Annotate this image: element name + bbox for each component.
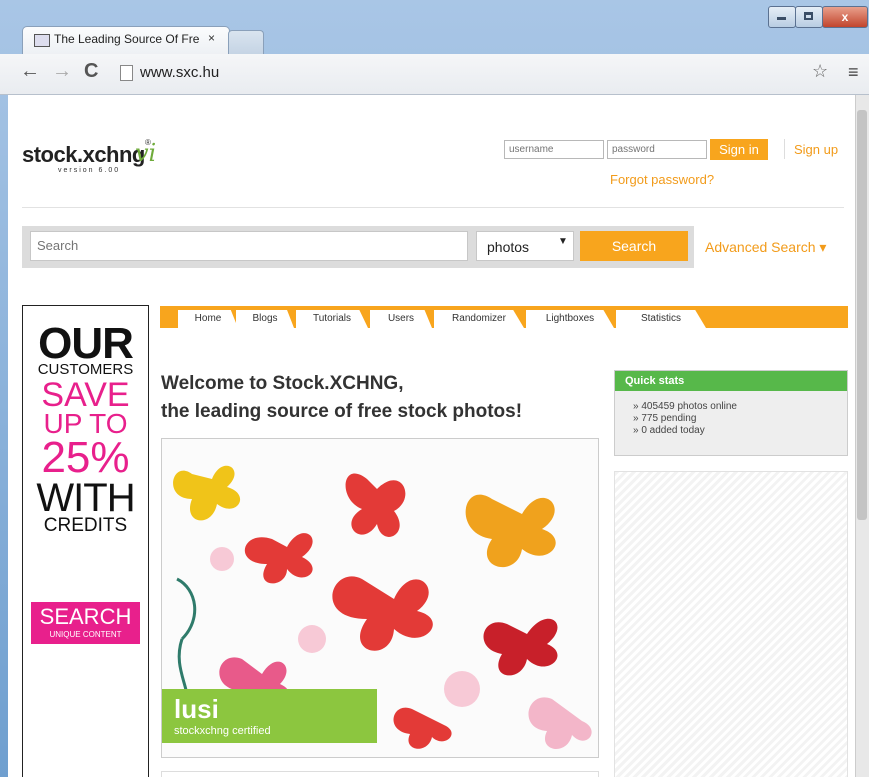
tab-close-icon[interactable]: × <box>208 31 215 45</box>
reload-icon[interactable]: C <box>84 60 98 83</box>
stat-pending: » 775 pending <box>633 413 697 424</box>
forward-icon[interactable]: → <box>52 60 72 83</box>
badge-author: lusi <box>174 694 219 724</box>
ad-line-percent: 25% <box>41 433 130 482</box>
site-logo[interactable]: stock.xchng <box>22 142 145 168</box>
maximize-icon <box>804 12 813 20</box>
ad-banner[interactable]: OUR CUSTOMERS SAVE UP TO 25% WITH CREDIT… <box>22 305 149 777</box>
sign-in-button[interactable]: Sign in <box>710 139 768 160</box>
content-box <box>161 771 599 777</box>
minimize-button[interactable] <box>768 6 796 28</box>
ad-line-customers: CUSTOMERS <box>37 361 134 378</box>
password-input[interactable] <box>607 140 707 159</box>
url-text[interactable]: www.sxc.hu <box>140 64 219 81</box>
nav-tab-lightboxes[interactable]: Lightboxes <box>526 310 614 328</box>
sign-up-link[interactable]: Sign up <box>794 142 838 157</box>
page-viewport: stock.xchng ® vi version 6.00 Sign in Si… <box>8 95 855 777</box>
welcome-heading-line1: Welcome to Stock.XCHNG, <box>161 373 404 394</box>
header-separator <box>22 207 844 208</box>
version-label: version 6.00 <box>58 167 121 174</box>
nav-tab-statistics[interactable]: Statistics <box>616 310 706 328</box>
site-logo-vi: vi <box>135 139 157 167</box>
ad-line-with: WITH <box>36 476 135 520</box>
main-nav: Home Blogs Tutorials Users Randomizer Li… <box>160 306 848 328</box>
ad-line-save: SAVE <box>41 376 130 414</box>
username-input[interactable] <box>504 140 604 159</box>
maximize-button[interactable] <box>795 6 823 28</box>
ad-cta-sub: UNIQUE CONTENT <box>49 630 122 639</box>
advanced-search-link[interactable]: Advanced Search ▾ <box>705 239 826 256</box>
dropdown-arrow-icon: ▼ <box>558 236 568 247</box>
ad-line-credits: CREDITS <box>43 515 128 536</box>
address-bar[interactable] <box>114 60 834 86</box>
search-button[interactable]: Search <box>580 231 688 261</box>
ad-placeholder <box>614 471 848 777</box>
ad-line-our: OUR <box>38 319 134 368</box>
quick-stats-panel: Quick stats » 405459 photos online » 775… <box>614 370 848 456</box>
badge-certified-label: stockxchng certified <box>174 725 271 737</box>
scrollbar-thumb[interactable] <box>857 110 867 520</box>
page-icon <box>120 65 133 81</box>
bookmark-star-icon[interactable]: ☆ <box>812 61 828 82</box>
header-divider <box>784 139 785 159</box>
ad-search-button[interactable]: SEARCH UNIQUE CONTENT <box>31 602 140 644</box>
nav-tab-randomizer[interactable]: Randomizer <box>434 310 524 328</box>
favicon-icon <box>34 34 50 47</box>
search-input[interactable] <box>30 231 468 261</box>
forgot-password-link[interactable]: Forgot password? <box>610 172 714 187</box>
nav-tab-tutorials[interactable]: Tutorials <box>296 310 368 328</box>
minimize-icon <box>777 17 786 20</box>
nav-tab-users[interactable]: Users <box>370 310 432 328</box>
tab-title: The Leading Source Of Fre <box>54 32 200 46</box>
ad-cta: SEARCH <box>39 604 132 629</box>
stat-photos-online: » 405459 photos online <box>633 401 737 412</box>
welcome-heading-line2: the leading source of free stock photos! <box>161 401 523 422</box>
featured-photo[interactable]: lusi stockxchng certified <box>161 438 599 758</box>
nav-tab-blogs[interactable]: Blogs <box>236 310 294 328</box>
close-button[interactable]: x <box>822 6 868 28</box>
nav-tab-home[interactable]: Home <box>178 310 238 328</box>
quick-stats-title: Quick stats <box>615 371 847 391</box>
menu-icon[interactable]: ≡ <box>848 62 859 83</box>
new-tab-button[interactable] <box>228 30 264 55</box>
stat-added-today: » 0 added today <box>633 425 705 436</box>
back-icon[interactable]: ← <box>20 60 40 83</box>
